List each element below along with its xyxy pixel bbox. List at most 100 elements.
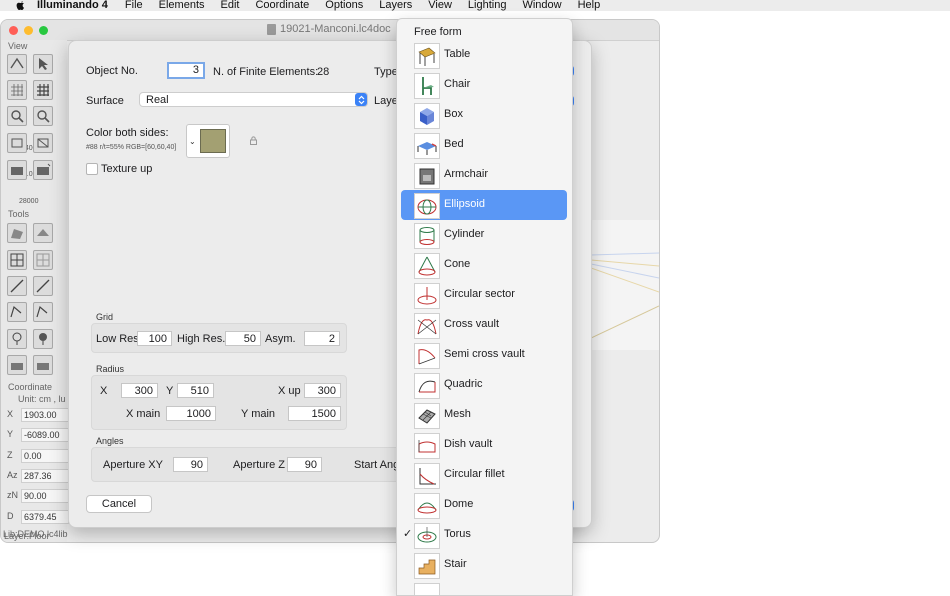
coord-d-value: 6379.45	[21, 510, 69, 524]
grid-tool-icon[interactable]	[7, 80, 27, 100]
polyline-tool-icon[interactable]	[33, 276, 53, 296]
window-tool-icon[interactable]	[7, 250, 27, 270]
aperture-z-field[interactable]: 90	[287, 457, 322, 472]
luminaire-tool-icon[interactable]	[33, 329, 53, 349]
circular-fillet-icon	[414, 463, 440, 489]
zoom-window-button[interactable]	[39, 26, 48, 35]
stair-icon	[414, 553, 440, 579]
dish-vault-icon	[414, 433, 440, 459]
menu-elements[interactable]: Elements	[159, 0, 205, 11]
menu-item-circular-fillet[interactable]: Circular fillet	[401, 460, 567, 490]
color-swatch	[200, 129, 226, 153]
texture-up-label: Texture up	[101, 163, 153, 175]
y-main-field[interactable]: 1500	[288, 406, 341, 421]
select-tool-icon[interactable]	[7, 54, 27, 74]
low-res-label: Low Res.	[96, 333, 142, 345]
aperture-z-label: Aperture Z	[233, 459, 285, 471]
sensor-tool-icon[interactable]	[7, 355, 27, 375]
snap-grid-icon[interactable]	[33, 80, 53, 100]
camera-tool-icon[interactable]	[7, 160, 27, 180]
x-main-label: X main	[126, 408, 161, 420]
arc-tool-icon[interactable]	[7, 302, 27, 322]
coord-zn-label: zN	[7, 490, 18, 500]
menu-help[interactable]: Help	[578, 0, 601, 11]
panel-tool-icon[interactable]	[33, 250, 53, 270]
coord-az-label: Az	[7, 470, 18, 480]
meter-tool-icon[interactable]	[33, 355, 53, 375]
drawing-canvas[interactable]	[590, 220, 659, 350]
menu-coordinate[interactable]: Coordinate	[255, 0, 309, 11]
menu-layers[interactable]: Layers	[379, 0, 412, 11]
menu-item-box[interactable]: Box	[401, 100, 567, 130]
zoom-in-icon[interactable]	[7, 106, 27, 126]
menu-item-chair[interactable]: Chair	[401, 70, 567, 100]
menu-item-ellipsoid[interactable]: Ellipsoid	[401, 190, 567, 220]
plane-tool-icon[interactable]	[33, 223, 53, 243]
light-tool-icon[interactable]	[33, 160, 53, 180]
radius-x-field[interactable]: 300	[121, 383, 158, 398]
semi-cross-vault-icon	[414, 343, 440, 369]
coordinate-section-label: Coordinate	[8, 382, 53, 392]
menu-item-armchair[interactable]: Armchair	[401, 160, 567, 190]
menu-item-semi-cross-vault[interactable]: Semi cross vault	[401, 340, 567, 370]
menu-item-cross-vault[interactable]: Cross vault	[401, 310, 567, 340]
checkmark-icon: ✓	[403, 528, 413, 540]
menu-item-stair[interactable]: Stair	[401, 550, 567, 580]
box-icon	[414, 103, 440, 129]
menu-item-dome[interactable]: Dome	[401, 490, 567, 520]
menu-file[interactable]: File	[125, 0, 143, 11]
lock-icon[interactable]	[250, 136, 257, 147]
menu-edit[interactable]: Edit	[221, 0, 240, 11]
menu-lighting[interactable]: Lighting	[468, 0, 507, 11]
menu-item-label: Cone	[444, 258, 471, 270]
y-main-label: Y main	[241, 408, 276, 420]
menu-item-bed[interactable]: Bed	[401, 130, 567, 160]
object-no-field[interactable]: 3	[167, 62, 205, 79]
radius-y-field[interactable]: 510	[177, 383, 214, 398]
aperture-xy-field[interactable]: 90	[173, 457, 208, 472]
menu-item-label: Chair	[444, 78, 471, 90]
app-menu[interactable]: Illuminando 4	[37, 0, 108, 11]
curve-tool-icon[interactable]	[33, 302, 53, 322]
surface-select[interactable]: Real	[139, 92, 368, 107]
surface-tool-icon[interactable]	[7, 223, 27, 243]
menu-item-torus[interactable]: ✓ Torus	[401, 520, 567, 550]
minimize-window-button[interactable]	[24, 26, 33, 35]
fit-view-icon[interactable]	[33, 133, 53, 153]
asym-field[interactable]: 2	[304, 331, 340, 346]
torus-icon	[414, 523, 440, 549]
menu-item-mesh[interactable]: Mesh	[401, 400, 567, 430]
menu-item-cone[interactable]: Cone	[401, 250, 567, 280]
coord-d-label: D	[7, 511, 14, 521]
coord-y-value: -6089.00	[21, 428, 69, 442]
texture-up-checkbox[interactable]	[86, 163, 98, 175]
menu-item-circular-sector[interactable]: Circular sector	[401, 280, 567, 310]
lamp-tool-icon[interactable]	[7, 329, 27, 349]
low-res-field[interactable]: 100	[137, 331, 172, 346]
menu-item-quadric[interactable]: Quadric	[401, 370, 567, 400]
bed-icon	[414, 133, 440, 159]
line-tool-icon[interactable]	[7, 276, 27, 296]
radius-group-title: Radius	[96, 364, 125, 374]
high-res-field[interactable]: 50	[225, 331, 261, 346]
menu-item-dish-vault[interactable]: Dish vault	[401, 430, 567, 460]
fe-label: N. of Finite Elements:	[213, 66, 319, 78]
color-picker[interactable]: ⌄	[186, 124, 230, 158]
pointer-tool-icon[interactable]	[33, 54, 53, 74]
menu-view[interactable]: View	[428, 0, 452, 11]
document-icon	[267, 23, 276, 35]
x-main-field[interactable]: 1000	[166, 406, 216, 421]
apple-menu-icon[interactable]	[13, 0, 27, 11]
cylinder-icon	[414, 223, 440, 249]
cancel-button[interactable]: Cancel	[86, 495, 152, 513]
zoom-out-icon[interactable]	[33, 106, 53, 126]
coord-y-label: Y	[7, 429, 14, 439]
pan-tool-icon[interactable]	[7, 133, 27, 153]
table-icon	[414, 43, 440, 69]
menu-options[interactable]: Options	[325, 0, 363, 11]
menu-window[interactable]: Window	[522, 0, 561, 11]
menu-item-table[interactable]: Table	[401, 40, 567, 70]
x-up-field[interactable]: 300	[304, 383, 341, 398]
menu-item-cylinder[interactable]: Cylinder	[401, 220, 567, 250]
close-window-button[interactable]	[9, 26, 18, 35]
